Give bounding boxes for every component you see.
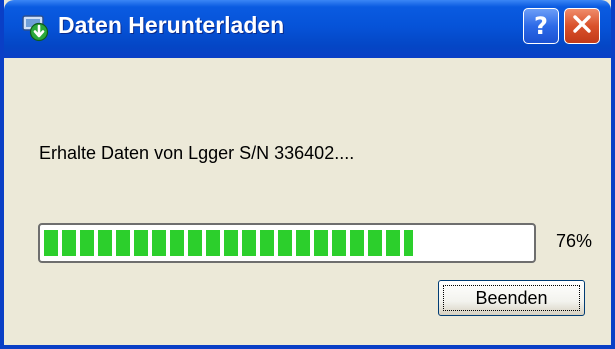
progress-percent: 76%: [556, 231, 593, 251]
progress-bar: [38, 223, 536, 263]
progress-fill: [44, 230, 414, 256]
cancel-button[interactable]: Beenden: [438, 280, 585, 316]
download-dialog: Daten Herunterladen ? Erhalte Daten von …: [0, 0, 615, 349]
help-button[interactable]: ?: [523, 8, 559, 44]
title-bar[interactable]: Daten Herunterladen ?: [4, 0, 611, 58]
close-icon: [572, 12, 592, 40]
help-icon: ?: [534, 12, 548, 40]
close-button[interactable]: [564, 8, 600, 44]
status-message: Erhalte Daten von Lgger S/N 336402....: [39, 143, 355, 163]
window-title: Daten Herunterladen: [58, 12, 285, 38]
download-icon: [22, 14, 50, 42]
cancel-button-label: Beenden: [443, 285, 580, 311]
